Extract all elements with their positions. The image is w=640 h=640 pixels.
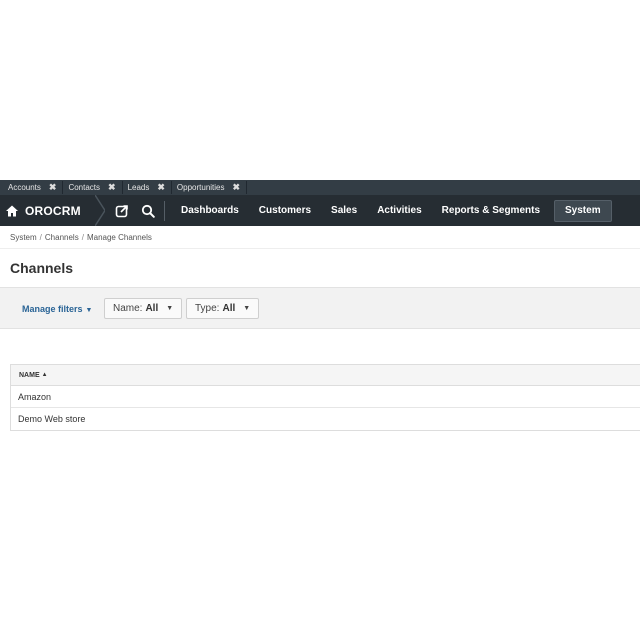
breadcrumb-item[interactable]: Channels xyxy=(45,233,79,242)
filter-bar: Manage filters ▼ Name: All ▼ Type: All ▼ xyxy=(0,287,640,329)
caret-down-icon: ▼ xyxy=(243,305,251,312)
nav-item-customers[interactable]: Customers xyxy=(249,200,321,222)
filter-label: Name: xyxy=(113,303,143,314)
main-navigation: OROCRM Dashboards Customers Sales Activi… xyxy=(0,195,640,226)
name-filter-button[interactable]: Name: All ▼ xyxy=(104,298,183,319)
type-filter-button[interactable]: Type: All ▼ xyxy=(186,298,260,319)
breadcrumb-separator: / xyxy=(81,233,84,242)
breadcrumb-item: Manage Channels xyxy=(86,233,152,242)
sort-ascending-icon[interactable]: ▲ xyxy=(42,372,48,378)
page-header: Channels xyxy=(0,248,640,286)
nav-item-sales[interactable]: Sales xyxy=(321,200,367,222)
cell-name: Demo Web store xyxy=(18,414,86,424)
grid-header: NAME ▲ xyxy=(11,365,640,386)
filter-value: All xyxy=(222,303,236,314)
pinned-tab-label: Opportunities xyxy=(176,183,225,192)
pinned-tab-label: Leads xyxy=(127,183,150,192)
close-icon[interactable]: ✖ xyxy=(108,183,116,192)
pinned-tab-contacts[interactable]: Contacts ✖ xyxy=(63,181,123,194)
search-icon[interactable] xyxy=(141,204,155,218)
pinned-tab-label: Contacts xyxy=(68,183,101,192)
nav-item-activities[interactable]: Activities xyxy=(367,200,431,222)
home-icon[interactable] xyxy=(5,204,19,218)
nav-item-system[interactable]: System xyxy=(554,199,612,222)
chevron-right-icon xyxy=(95,195,105,226)
manage-filters-label: Manage filters xyxy=(22,304,83,314)
caret-down-icon: ▼ xyxy=(166,305,174,312)
breadcrumb-item[interactable]: System xyxy=(10,233,37,242)
cell-name: Amazon xyxy=(18,391,52,402)
filter-label: Type: xyxy=(195,303,220,314)
pinned-tab-accounts[interactable]: Accounts ✖ xyxy=(3,181,64,194)
pinned-tab-label: Accounts xyxy=(8,183,41,192)
table-row[interactable]: Amazon xyxy=(11,386,640,408)
close-icon[interactable]: ✖ xyxy=(233,183,241,192)
table-row[interactable]: Demo Web store xyxy=(11,408,640,430)
pinned-tabs-bar: Accounts ✖ Contacts ✖ Leads ✖ Opportunit… xyxy=(0,180,640,195)
close-icon[interactable]: ✖ xyxy=(157,183,165,192)
pinned-tab-opportunities[interactable]: Opportunities ✖ xyxy=(172,181,248,194)
page-title: Channels xyxy=(10,260,74,276)
caret-down-icon: ▼ xyxy=(85,307,93,314)
nav-divider xyxy=(164,200,165,221)
nav-item-dashboards[interactable]: Dashboards xyxy=(171,200,249,222)
brand-logo[interactable]: OROCRM xyxy=(25,204,93,218)
pinned-tab-leads[interactable]: Leads ✖ xyxy=(123,181,172,194)
channels-grid: NAME ▲ Amazon Demo Web store xyxy=(10,364,640,431)
share-icon[interactable] xyxy=(115,204,129,218)
column-header-name[interactable]: NAME xyxy=(19,372,40,379)
filter-value: All xyxy=(145,303,159,314)
breadcrumb-separator: / xyxy=(39,233,42,242)
nav-item-reports-segments[interactable]: Reports & Segments xyxy=(432,200,550,222)
manage-filters-button[interactable]: Manage filters ▼ xyxy=(22,304,92,314)
breadcrumb: System / Channels / Manage Channels xyxy=(10,233,152,242)
close-icon[interactable]: ✖ xyxy=(49,183,57,192)
